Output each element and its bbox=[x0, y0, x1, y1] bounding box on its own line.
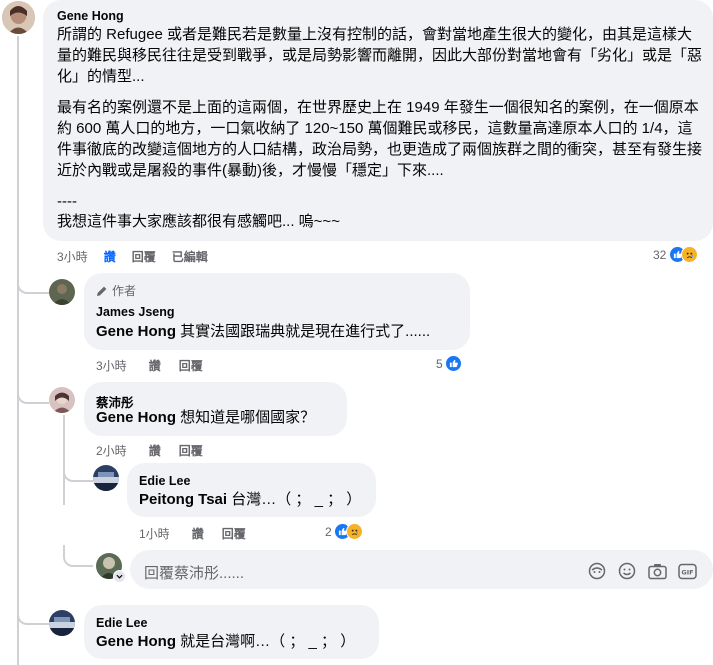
reply2-sub-reactions[interactable]: 2 bbox=[325, 523, 363, 540]
main-comment-actions: 3小時 讚 回覆 已編輯 bbox=[57, 248, 224, 265]
main-comment-reactions[interactable]: 32 bbox=[653, 246, 699, 263]
thread-elbow-reply2 bbox=[17, 382, 49, 404]
avatar-sticker-icon[interactable] bbox=[586, 560, 608, 582]
reply3-author[interactable]: Edie Lee bbox=[96, 616, 147, 630]
reply1-like-button[interactable]: 讚 bbox=[149, 357, 161, 374]
reply2-like-button[interactable]: 讚 bbox=[149, 442, 161, 459]
reply3-text: Gene Hong 就是台灣啊…（ ； _ ； ） bbox=[96, 631, 355, 652]
reply1-author[interactable]: James Jseng bbox=[96, 305, 175, 319]
main-comment-reply-button[interactable]: 回覆 bbox=[132, 248, 156, 265]
avatar-james-jseng[interactable] bbox=[49, 279, 75, 305]
thread-elbow-sub bbox=[63, 460, 93, 482]
thread-elbow-replybox bbox=[63, 545, 93, 567]
reply2-body: 想知道是哪個國家？ bbox=[176, 409, 316, 426]
main-comment-separator: ---- bbox=[57, 193, 77, 210]
reply2-sub-reaction-count: 2 bbox=[325, 524, 332, 539]
reply1-mention[interactable]: Gene Hong bbox=[96, 323, 176, 340]
reply2-mention[interactable]: Gene Hong bbox=[96, 409, 176, 426]
reply-input-placeholder[interactable]: 回覆蔡沛彤...... bbox=[144, 562, 244, 583]
reply3-mention[interactable]: Gene Hong bbox=[96, 633, 176, 650]
like-reaction-icon bbox=[444, 355, 462, 372]
main-comment-reaction-count: 32 bbox=[653, 247, 667, 262]
reply1-body: 其實法國跟瑞典就是現在進行式了...... bbox=[176, 323, 431, 340]
author-badge-label: 作者 bbox=[112, 284, 137, 298]
pencil-icon bbox=[97, 286, 107, 296]
reply2-reply-button[interactable]: 回覆 bbox=[179, 442, 203, 459]
reply2-sub-time[interactable]: 1小時 bbox=[139, 525, 170, 542]
reply2-sub-reply-button[interactable]: 回覆 bbox=[222, 525, 246, 542]
sad-reaction-icon bbox=[345, 523, 363, 540]
reply2-sub-actions: 1小時 讚 回覆 bbox=[139, 525, 262, 542]
reply1-actions: 3小時 讚 回覆 bbox=[96, 357, 219, 374]
reply3-body: 就是台灣啊…（ ； _ ； ） bbox=[176, 633, 356, 650]
avatar-edie-lee[interactable] bbox=[49, 610, 75, 636]
reply1-text: Gene Hong 其實法國跟瑞典就是現在進行式了...... bbox=[96, 321, 430, 342]
reply-input-icons: GIF bbox=[586, 560, 698, 582]
main-comment-author[interactable]: Gene Hong bbox=[57, 9, 124, 23]
sad-reaction-icon bbox=[681, 246, 699, 263]
main-comment-paragraph-2: 最有名的案例還不是上面的這兩個，在世界歷史上在 1949 年發生一個很知名的案例… bbox=[57, 99, 703, 179]
reply2-time[interactable]: 2小時 bbox=[96, 442, 127, 459]
reply2-sub-author[interactable]: Edie Lee bbox=[139, 474, 190, 488]
author-badge: 作者 bbox=[96, 282, 136, 299]
thread-line-main bbox=[17, 36, 19, 665]
reply1-reaction-count: 5 bbox=[436, 356, 443, 371]
reply2-sub-body: 台灣…（ ； _ ； ） bbox=[227, 491, 362, 508]
main-comment-like-button[interactable]: 讚 bbox=[104, 248, 116, 265]
reply2-sub-like-button[interactable]: 讚 bbox=[192, 525, 204, 542]
emoji-icon[interactable] bbox=[616, 560, 638, 582]
chevron-down-icon[interactable] bbox=[113, 570, 126, 583]
main-comment-paragraph-3: 我想這件事大家應該都很有感觸吧... 嗚~~~ bbox=[57, 213, 340, 230]
avatar-pei-tong[interactable] bbox=[49, 387, 75, 413]
reply1-reply-button[interactable]: 回覆 bbox=[179, 357, 203, 374]
thread-elbow-reply1 bbox=[17, 272, 49, 294]
main-comment-time[interactable]: 3小時 bbox=[57, 248, 88, 265]
reply1-time[interactable]: 3小時 bbox=[96, 357, 127, 374]
avatar-edie-lee[interactable] bbox=[93, 465, 119, 491]
gif-icon[interactable]: GIF bbox=[676, 560, 698, 582]
avatar-gene-hong[interactable] bbox=[2, 1, 35, 34]
reply1-reactions[interactable]: 5 bbox=[436, 355, 462, 372]
svg-text:GIF: GIF bbox=[681, 568, 693, 576]
camera-icon[interactable] bbox=[646, 560, 668, 582]
reply2-sub-mention[interactable]: Peitong Tsai bbox=[139, 491, 227, 508]
main-comment-edited-label[interactable]: 已編輯 bbox=[172, 248, 208, 265]
main-comment-paragraph-1: 所謂的 Refugee 或者是難民若是數量上沒有控制的話，會對當地產生很大的變化… bbox=[57, 26, 703, 85]
reply2-actions: 2小時 讚 回覆 bbox=[96, 442, 219, 459]
thread-elbow-reply3 bbox=[17, 603, 49, 625]
reply2-text: Gene Hong 想知道是哪個國家？ bbox=[96, 407, 315, 428]
reply2-sub-text: Peitong Tsai 台灣…（ ； _ ； ） bbox=[139, 489, 361, 510]
